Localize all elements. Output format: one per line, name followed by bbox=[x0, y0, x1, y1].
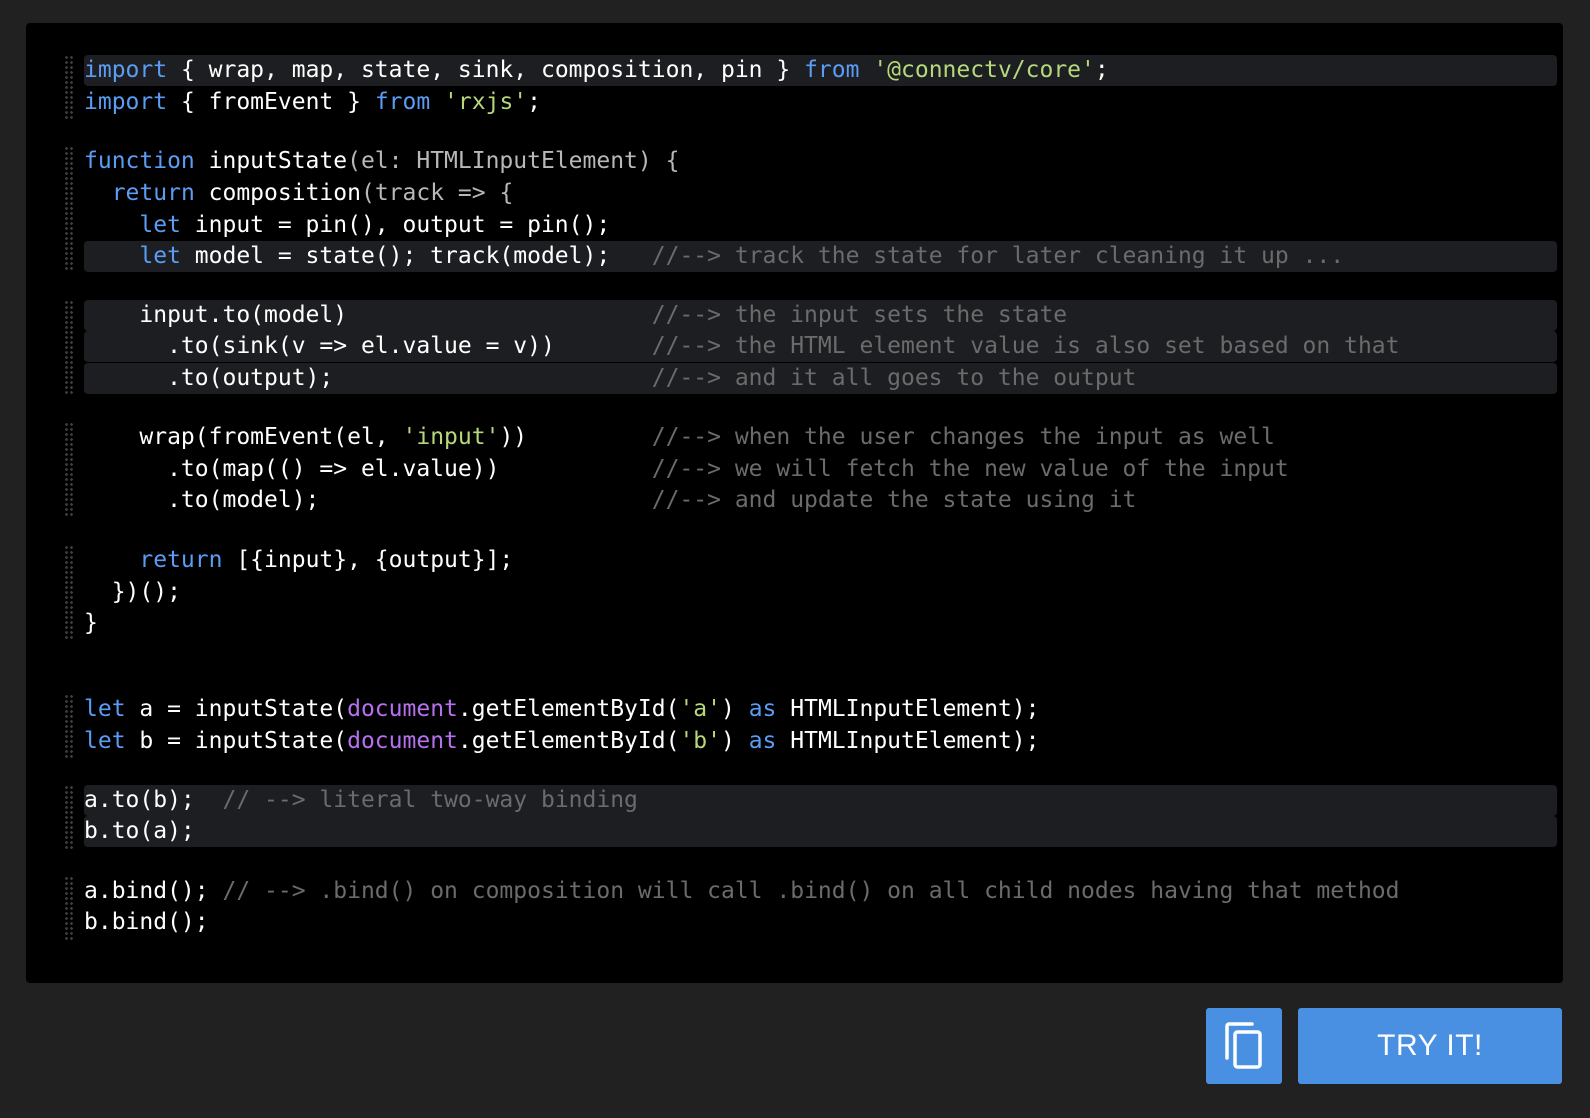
code-line: })(); bbox=[84, 579, 181, 605]
code-line: wrap(fromEvent(el, 'input')) //--> when … bbox=[84, 424, 1275, 450]
code-line: b.to(a); bbox=[84, 818, 195, 844]
code-editor[interactable]: import { wrap, map, state, sink, composi… bbox=[26, 23, 1563, 983]
code-line: import { fromEvent } from 'rxjs'; bbox=[84, 89, 541, 115]
copy-button[interactable] bbox=[1206, 1008, 1282, 1084]
code-line: let b = inputState(document.getElementBy… bbox=[84, 728, 1040, 754]
code-line: function inputState(el: HTMLInputElement… bbox=[84, 148, 680, 174]
code-line: .to(model); //--> and update the state u… bbox=[84, 487, 1137, 513]
code-line: .to(sink(v => el.value = v)) //--> the H… bbox=[84, 333, 1400, 359]
block-drag-handle[interactable] bbox=[64, 876, 75, 940]
code-line: let input = pin(), output = pin(); bbox=[139, 212, 611, 238]
block-drag-handle[interactable] bbox=[64, 422, 75, 518]
block-drag-handle[interactable] bbox=[64, 694, 75, 758]
try-it-button[interactable]: TRY IT! bbox=[1298, 1008, 1562, 1084]
code-line: } bbox=[84, 610, 98, 636]
block-drag-handle[interactable] bbox=[64, 785, 75, 849]
block-drag-handle[interactable] bbox=[64, 545, 75, 641]
code-line: a.to(b); // --> literal two-way binding bbox=[84, 787, 638, 813]
code-line: input.to(model) //--> the input sets the… bbox=[84, 302, 1068, 328]
block-drag-handle[interactable] bbox=[64, 146, 75, 272]
code-line: .to(map(() => el.value)) //--> we will f… bbox=[84, 456, 1289, 482]
code-line: let model = state(); track(model); //-->… bbox=[139, 243, 1345, 269]
code-line: return composition(track => { bbox=[111, 180, 514, 206]
code-line: import { wrap, map, state, sink, composi… bbox=[84, 57, 1109, 83]
block-drag-handle[interactable] bbox=[64, 300, 75, 396]
code-line: .to(output); //--> and it all goes to th… bbox=[84, 365, 1137, 391]
code-line: let a = inputState(document.getElementBy… bbox=[84, 696, 1040, 722]
code-line: return [{input}, {output}]; bbox=[139, 547, 514, 573]
code-line: b.bind(); bbox=[84, 909, 209, 935]
code-line: a.bind(); // --> .bind() on composition … bbox=[84, 878, 1400, 904]
code-panel: import { wrap, map, state, sink, composi… bbox=[26, 23, 1563, 983]
block-drag-handle[interactable] bbox=[64, 55, 75, 119]
line-highlight bbox=[84, 816, 1557, 847]
